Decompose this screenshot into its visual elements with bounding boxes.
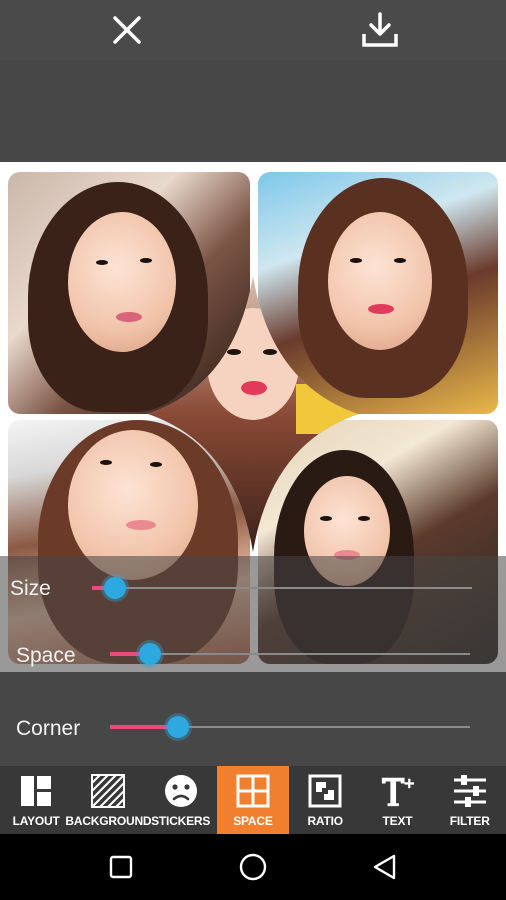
- corner-label: Corner: [16, 717, 81, 740]
- home-button[interactable]: [237, 851, 269, 883]
- back-button[interactable]: [369, 851, 401, 883]
- tool-label: STICKERS: [151, 814, 211, 828]
- corner-slider[interactable]: [110, 715, 470, 739]
- recent-apps-icon: [109, 855, 133, 879]
- system-nav-bar: [0, 834, 506, 900]
- tool-label: LAYOUT: [12, 814, 60, 828]
- space-icon: [236, 774, 270, 808]
- download-button[interactable]: [358, 8, 402, 52]
- tool-ratio[interactable]: RATIO: [289, 766, 361, 834]
- home-icon: [239, 853, 267, 881]
- layout-icon: [21, 776, 52, 806]
- close-button[interactable]: [105, 8, 149, 52]
- tool-label: FILTER: [449, 814, 490, 828]
- space-label: Space: [16, 644, 76, 667]
- stickers-icon: [164, 775, 197, 807]
- tool-label: TEXT: [382, 814, 413, 828]
- size-slider-thumb[interactable]: [104, 577, 126, 599]
- tool-space[interactable]: SPACE: [216, 766, 290, 834]
- back-icon: [373, 854, 396, 880]
- ratio-icon: [308, 774, 342, 808]
- tool-label: BACKGROUND: [65, 814, 152, 828]
- corner-slider-thumb[interactable]: [167, 716, 189, 738]
- background-icon: [91, 774, 126, 808]
- canvas-margin: [0, 60, 506, 162]
- size-label: Size: [10, 577, 51, 600]
- center-photo-frame: [148, 276, 358, 552]
- size-slider[interactable]: [92, 576, 472, 600]
- text-icon: [382, 777, 415, 807]
- top-bar: [0, 0, 506, 60]
- filter-icon: [453, 775, 486, 807]
- collage-editor-screen: Size Space Corner LAYOUT BACKGROUND STIC…: [0, 0, 506, 900]
- adjustment-panel: Size Space Corner: [0, 556, 506, 766]
- tool-filter[interactable]: FILTER: [434, 766, 506, 834]
- tool-background[interactable]: BACKGROUND: [65, 766, 152, 834]
- tool-bar: LAYOUT BACKGROUND STICKERS SPACE RATIO T…: [0, 766, 506, 834]
- close-icon: [113, 16, 141, 44]
- tool-label: RATIO: [307, 814, 343, 828]
- space-slider-thumb[interactable]: [139, 643, 161, 665]
- tool-layout[interactable]: LAYOUT: [0, 766, 72, 834]
- tool-label: SPACE: [233, 814, 273, 828]
- download-icon: [362, 12, 398, 47]
- tool-stickers[interactable]: STICKERS: [145, 766, 217, 834]
- recent-apps-button[interactable]: [105, 851, 137, 883]
- photo-center[interactable]: [146, 274, 360, 554]
- space-slider[interactable]: [110, 642, 470, 666]
- tool-text[interactable]: TEXT: [361, 766, 433, 834]
